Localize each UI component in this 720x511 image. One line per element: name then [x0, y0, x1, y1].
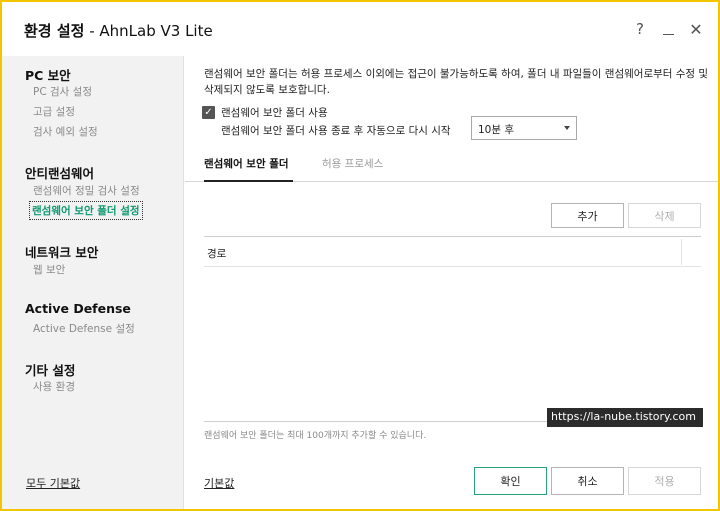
close-icon[interactable]: ✕ — [685, 18, 707, 40]
auto-restart-label: 랜섬웨어 보안 폴더 사용 종료 후 자동으로 다시 시작 — [221, 125, 451, 137]
sidebar-item-pc-scan-settings[interactable]: PC 검사 설정 — [33, 84, 92, 99]
window-title: 환경 설정 - AhnLab V3 Lite — [24, 22, 213, 40]
folder-limit-note: 랜섬웨어 보안 폴더는 최대 100개까지 추가할 수 있습니다. — [204, 431, 427, 441]
sidebar-group-active-defense[interactable]: Active Defense — [25, 301, 131, 316]
enable-folder-label[interactable]: 랜섬웨어 보안 폴더 사용 — [221, 105, 328, 120]
sidebar-item-advanced-settings[interactable]: 고급 설정 — [33, 104, 75, 119]
enable-folder-checkbox[interactable]: ✓ — [202, 106, 215, 119]
restart-delay-value: 10분 후 — [478, 124, 515, 136]
chevron-down-icon — [564, 126, 570, 130]
sidebar-item-web-security[interactable]: 웹 보안 — [33, 262, 65, 277]
sidebar-item-ransomware-scan-settings[interactable]: 랜섬웨어 정밀 검사 설정 — [33, 183, 140, 198]
column-header-path[interactable]: 경로 — [207, 246, 226, 261]
column-divider[interactable] — [681, 239, 682, 265]
sidebar-group-pc-security[interactable]: PC 보안 — [25, 65, 71, 84]
description-text: 랜섬웨어 보안 폴더는 허용 프로세스 이외에는 접근이 불가능하도록 하여, … — [204, 68, 709, 96]
sidebar-group-network-security[interactable]: 네트워크 보안 — [25, 242, 98, 261]
restore-defaults-link[interactable]: 기본값 — [204, 475, 234, 491]
tab-allowed-processes[interactable]: 허용 프로세스 — [322, 156, 383, 182]
watermark: https://la-nube.tistory.com — [547, 408, 703, 427]
help-icon[interactable]: ? — [629, 18, 651, 40]
sidebar-item-active-defense-settings[interactable]: Active Defense 설정 — [33, 321, 135, 336]
folder-table[interactable]: 경로 — [204, 236, 701, 422]
settings-content: 랜섬웨어 보안 폴더는 허용 프로세스 이외에는 접근이 불가능하도록 하여, … — [185, 56, 718, 509]
title-bar[interactable]: 환경 설정 - AhnLab V3 Lite ? ✕ — [2, 2, 718, 56]
sidebar-item-usage-environment[interactable]: 사용 환경 — [33, 379, 75, 394]
ok-button[interactable]: 확인 — [474, 467, 547, 495]
tab-bar: 랜섬웨어 보안 폴더 허용 프로세스 — [185, 152, 718, 182]
sidebar-item-ransomware-folder-settings[interactable]: 랜섬웨어 보안 폴더 설정 — [29, 201, 143, 220]
sidebar-group-other-settings[interactable]: 기타 설정 — [25, 360, 75, 379]
cancel-button[interactable]: 취소 — [551, 467, 624, 495]
sidebar-item-scan-exceptions[interactable]: 검사 예외 설정 — [33, 124, 98, 139]
delete-button[interactable]: 삭제 — [628, 203, 701, 228]
sidebar-group-anti-ransomware[interactable]: 안티랜섬웨어 — [25, 163, 94, 182]
sidebar: PC 보안 PC 검사 설정 고급 설정 검사 예외 설정 안티랜섬웨어 랜섬웨… — [2, 56, 184, 509]
tab-protected-folders[interactable]: 랜섬웨어 보안 폴더 — [204, 156, 293, 182]
settings-window: 환경 설정 - AhnLab V3 Lite ? ✕ PC 보안 PC 검사 설… — [0, 0, 720, 511]
apply-button[interactable]: 적용 — [628, 467, 701, 495]
checkmark-icon: ✓ — [204, 106, 213, 118]
minimize-icon[interactable] — [657, 18, 679, 40]
reset-all-defaults-link[interactable]: 모두 기본값 — [26, 475, 80, 491]
restart-delay-select[interactable]: 10분 후 — [471, 116, 577, 140]
add-button[interactable]: 추가 — [551, 203, 624, 228]
table-header-row: 경로 — [204, 237, 701, 267]
